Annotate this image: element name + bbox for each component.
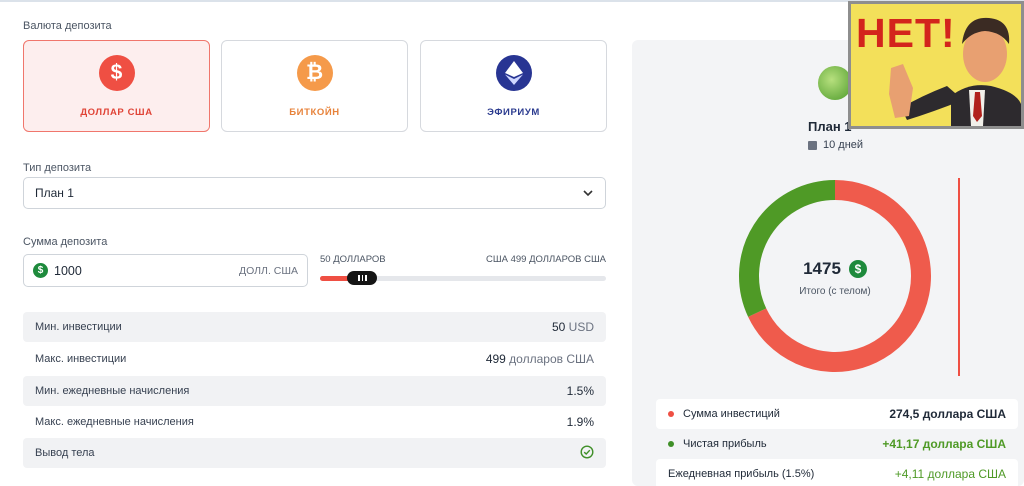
summary-row-net-profit: Чистая прибыль +41,17 доллара США [656, 429, 1018, 459]
meme-text: НЕТ! [856, 10, 956, 56]
summary-row-value: 274,5 доллара США [889, 407, 1006, 421]
info-row-key: Вывод тела [35, 447, 95, 459]
info-row-body-withdrawal: Вывод тела [23, 438, 606, 468]
dollar-icon: $ [98, 55, 135, 91]
deposit-type-value: План 1 [35, 186, 74, 200]
ethereum-icon [495, 55, 532, 91]
summary-row-label: Сумма инвестиций [683, 408, 780, 420]
amount-unit: ДОЛЛ. США [239, 265, 298, 277]
currency-option-label: ДОЛЛАР США [80, 107, 153, 118]
summary-row-label: Чистая прибыль [683, 438, 767, 450]
summary-row-daily-profit: Ежедневная прибыль (1.5%) +4,11 доллара … [656, 459, 1018, 486]
green-dot-icon [668, 441, 674, 447]
chevron-down-icon [583, 190, 593, 197]
deposit-type-select[interactable]: План 1 [23, 177, 606, 209]
deposit-type-label: Тип депозита [23, 162, 92, 174]
plan-duration: 10 дней [808, 139, 863, 151]
info-row-max-invest: Макс. инвестиции 499 долларов США [23, 344, 606, 374]
currency-option-ethereum[interactable]: ЭФИРИУМ [420, 40, 607, 132]
info-row-value: 1.5% [566, 384, 594, 398]
summary-row-investment: Сумма инвестиций 274,5 доллара США [656, 399, 1018, 429]
plan-money-icon [818, 66, 852, 100]
currency-option-label: ЭФИРИУМ [487, 107, 540, 118]
info-row-min-daily: Мин. ежедневные начисления 1.5% [23, 376, 606, 406]
currency-option-bitcoin[interactable]: ₿ БИТКОЙН [221, 40, 408, 132]
total-amount: 1475 $ [735, 259, 935, 279]
bitcoin-icon: ₿ [296, 55, 333, 91]
info-row-value: 1.9% [566, 415, 594, 429]
currency-option-usd[interactable]: $ ДОЛЛАР США [23, 40, 210, 132]
plan-title: План 1 [808, 119, 852, 134]
amount-slider-handle[interactable] [347, 271, 378, 285]
red-dot-icon [668, 411, 674, 417]
total-label: Итого (с телом) [799, 286, 871, 297]
info-row-value: 50 USD [551, 320, 594, 334]
amount-value: 1000 [54, 263, 82, 278]
summary-row-label: Ежедневная прибыль (1.5%) [668, 468, 815, 480]
info-row-key: Макс. инвестиции [35, 353, 127, 365]
info-row-value: 499 долларов США [485, 352, 594, 366]
summary-row-value: +41,17 доллара США [882, 437, 1006, 451]
info-row-key: Мин. ежедневные начисления [35, 385, 190, 397]
currency-option-label: БИТКОЙН [289, 107, 340, 118]
summary-row-value: +4,11 доллара США [894, 467, 1006, 481]
amount-input[interactable]: $ 1000 ДОЛЛ. США [23, 254, 308, 287]
check-circle-icon [580, 444, 594, 462]
amount-label: Сумма депозита [23, 236, 108, 248]
meme-image: НЕТ! [848, 1, 1024, 129]
plan-duration-text: 10 дней [823, 139, 864, 151]
calendar-icon [808, 140, 817, 150]
info-row-key: Мин. инвестиции [35, 321, 122, 333]
info-row-key: Макс. ежедневные начисления [35, 416, 194, 428]
total-value: 1475 [803, 259, 841, 278]
dollar-icon: $ [848, 260, 867, 278]
slider-min-label: 50 ДОЛЛАРОВ [320, 254, 386, 265]
dollar-icon: $ [33, 263, 48, 278]
slider-max-label: США 499 ДОЛЛАРОВ США [486, 254, 606, 265]
info-row-max-daily: Макс. ежедневные начисления 1.9% [23, 407, 606, 437]
info-row-min-invest: Мин. инвестиции 50 USD [23, 312, 606, 342]
currency-label: Валюта депозита [23, 20, 112, 32]
red-divider [958, 178, 960, 376]
